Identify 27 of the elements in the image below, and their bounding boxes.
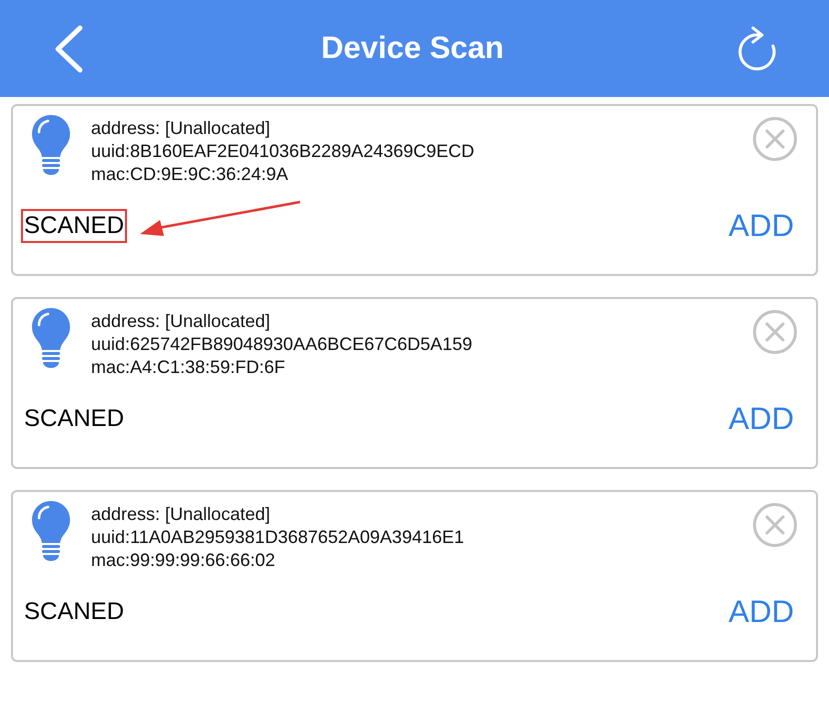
- lightbulb-icon: [31, 500, 71, 562]
- device-uuid: uuid:625742FB89048930AA6BCE67C6D5A159: [91, 333, 472, 356]
- close-button[interactable]: [752, 309, 798, 355]
- page-title: Device Scan: [321, 29, 504, 68]
- lightbulb-icon: [31, 307, 71, 369]
- scan-status: SCANED: [23, 404, 126, 434]
- device-uuid: uuid:11A0AB2959381D3687652A09A39416E1: [91, 526, 464, 549]
- device-mac: mac:A4:C1:38:59:FD:6F: [91, 356, 286, 379]
- device-address: address: [Unallocated]: [91, 117, 272, 140]
- device-uuid: uuid:8B160EAF2E041036B2289A24369C9ECD: [91, 140, 474, 163]
- close-icon: [752, 309, 798, 355]
- add-button[interactable]: ADD: [728, 594, 794, 630]
- device-mac: mac:CD:9E:9C:36:24:9A: [91, 163, 290, 186]
- scan-status: SCANED: [23, 597, 126, 627]
- device-mac: mac:99:99:99:66:66:02: [91, 549, 276, 572]
- scan-status: SCANED: [21, 209, 128, 243]
- add-button[interactable]: ADD: [728, 208, 794, 244]
- lightbulb-icon: [31, 114, 71, 176]
- close-button[interactable]: [752, 502, 798, 548]
- device-address: address: [Unallocated]: [91, 310, 272, 333]
- add-button[interactable]: ADD: [728, 401, 794, 437]
- close-icon: [752, 502, 798, 548]
- close-button[interactable]: [752, 116, 798, 162]
- refresh-icon: [736, 26, 777, 72]
- refresh-button[interactable]: [736, 24, 777, 72]
- device-address: address: [Unallocated]: [91, 503, 272, 526]
- close-icon: [752, 116, 798, 162]
